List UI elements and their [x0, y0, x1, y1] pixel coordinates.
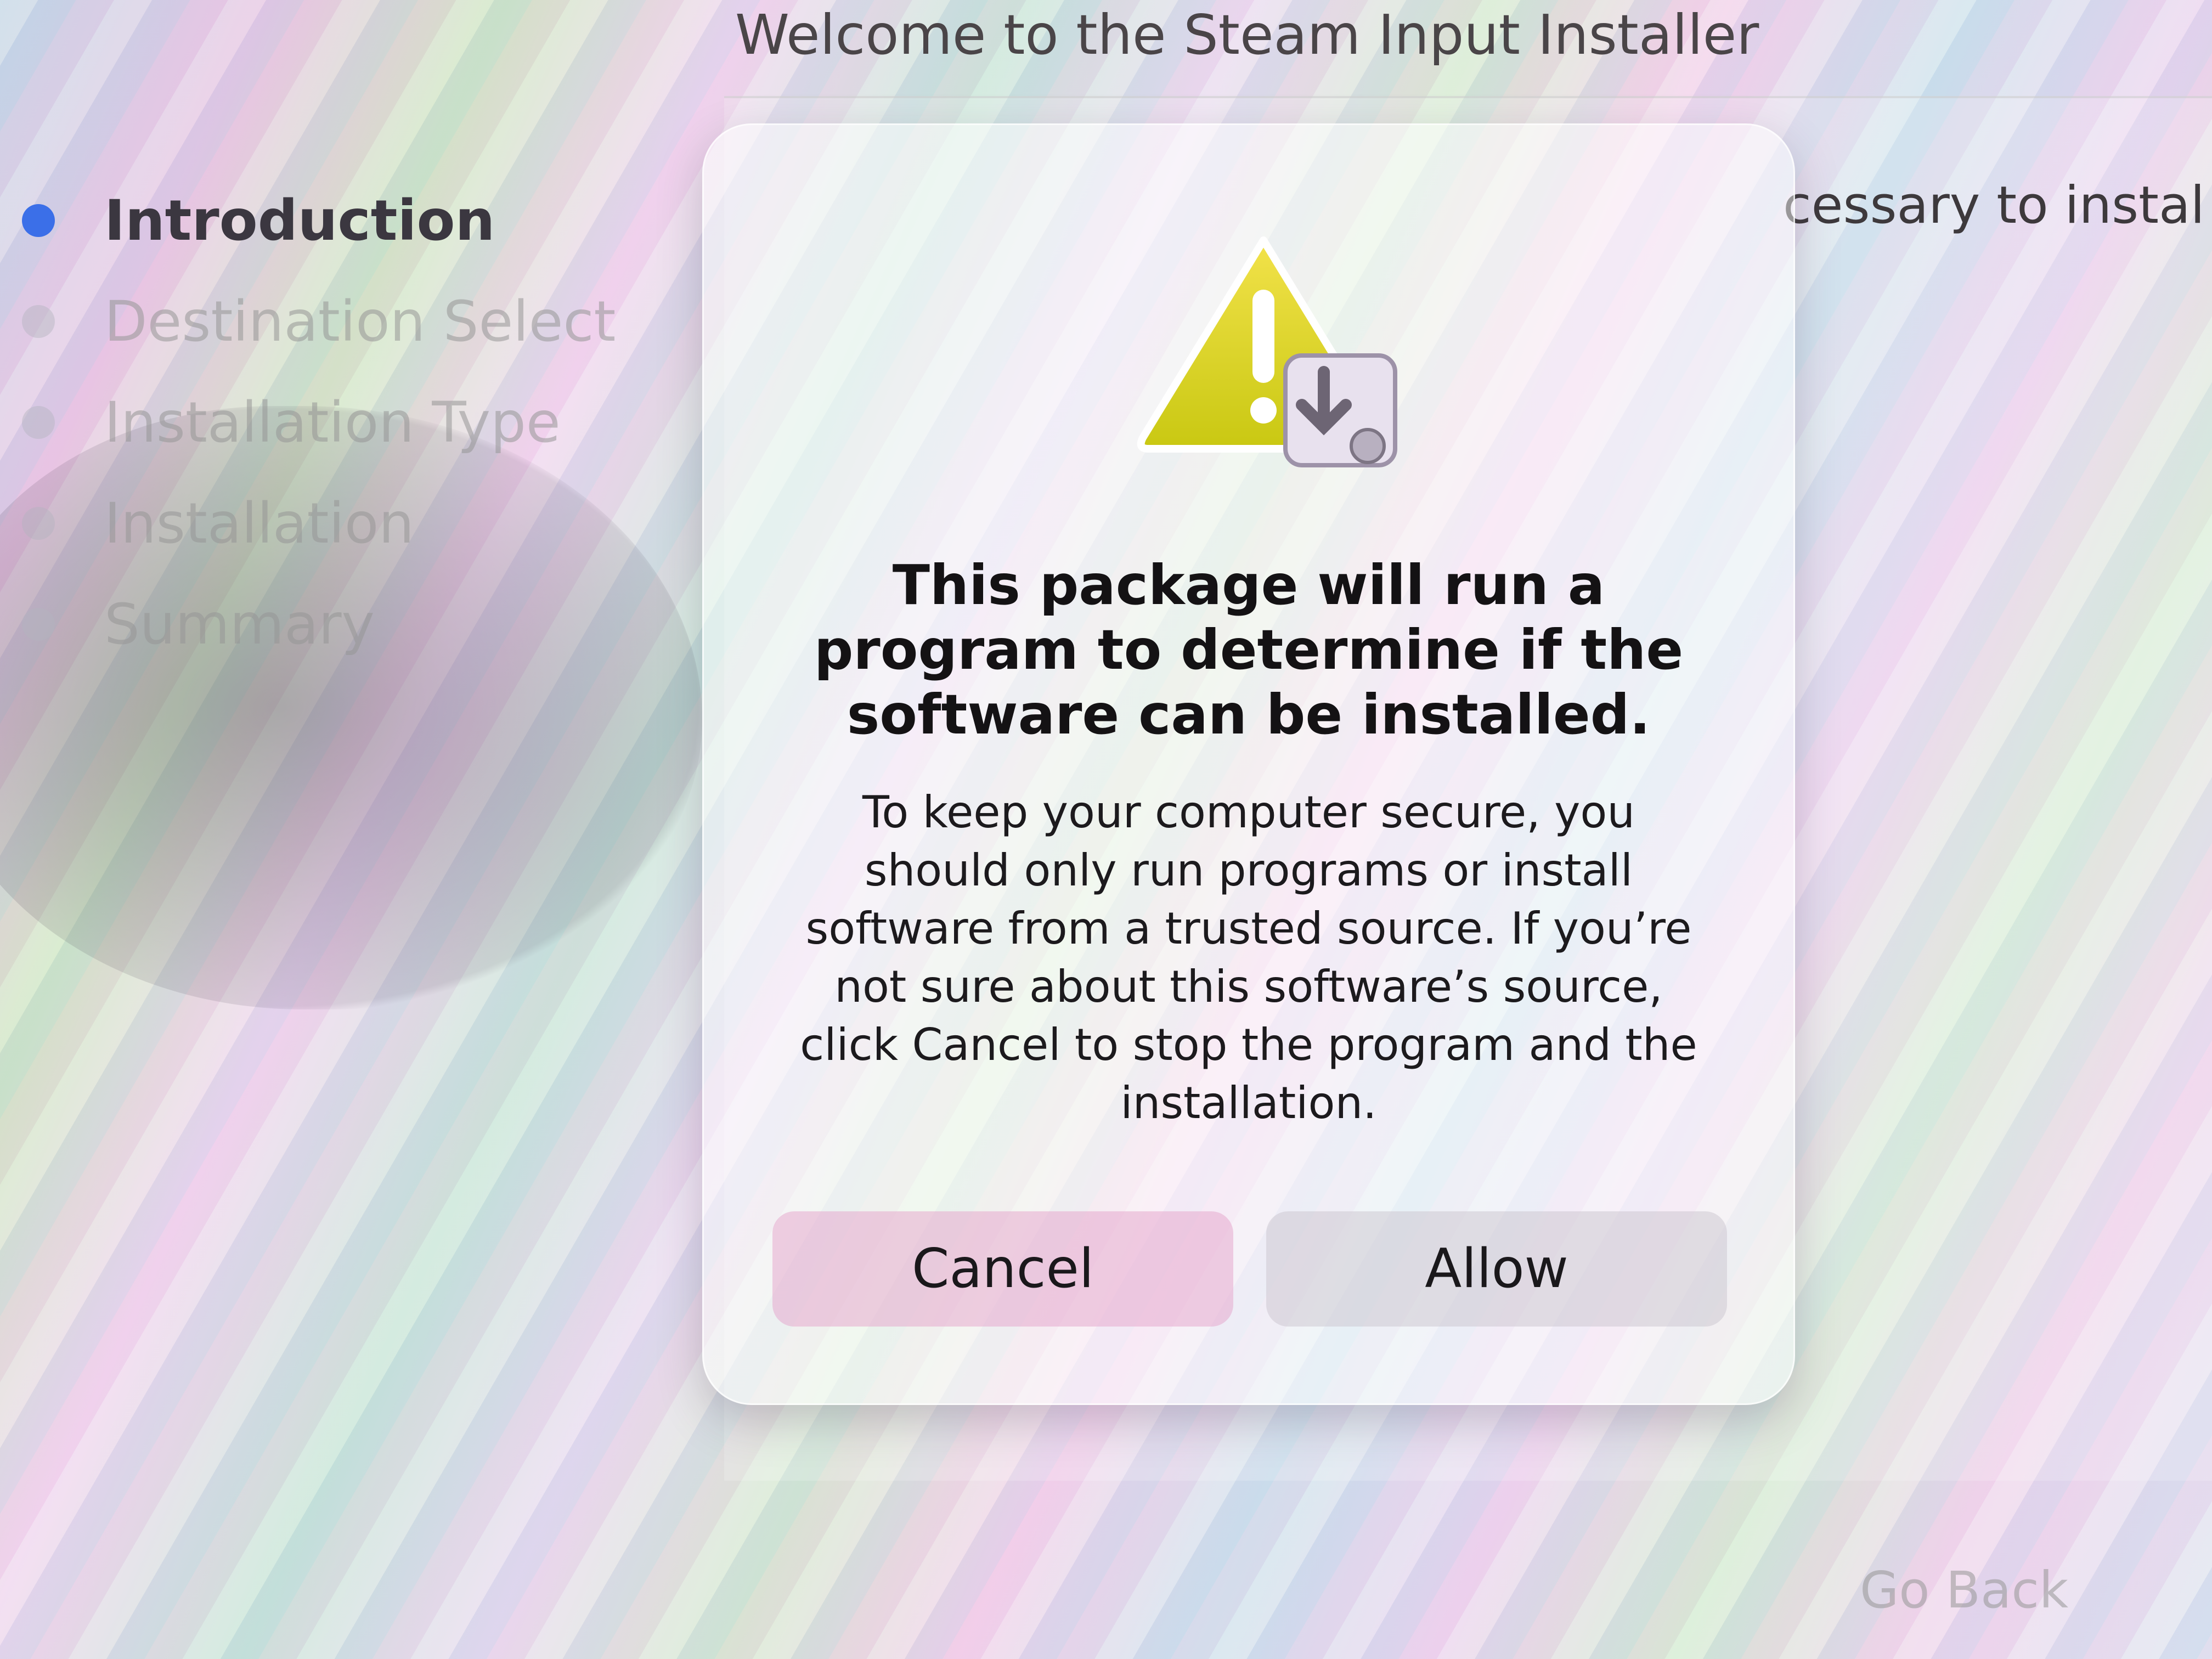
dialog-title: This package will run a program to deter… [814, 553, 1684, 747]
step-indicator-dot [22, 305, 55, 338]
allow-button[interactable]: Allow [1266, 1211, 1727, 1327]
step-installation-type: Installation Type [22, 372, 680, 473]
step-installation: Installation [22, 473, 680, 574]
step-indicator-dot [22, 406, 55, 439]
step-label: Introduction [104, 188, 495, 253]
step-label: Summary [104, 591, 375, 657]
dialog-message: To keep your computer secure, you should… [800, 787, 1697, 1128]
cancel-button[interactable]: Cancel [772, 1211, 1233, 1327]
step-label: Installation Type [104, 390, 561, 455]
step-summary: Summary [22, 574, 680, 675]
warning-installer-icon [1126, 229, 1412, 482]
step-destination-select: Destination Select [22, 271, 680, 372]
step-label: Installation [104, 490, 414, 556]
installer-steps-sidebar: Introduction Destination Select Installa… [22, 170, 680, 675]
step-label: Destination Select [104, 289, 616, 354]
go-back-button[interactable]: Go Back [1860, 1561, 2068, 1620]
step-indicator-dot [22, 507, 55, 540]
content-partial-text: cessary to instal [1783, 176, 2205, 235]
security-alert-dialog: This package will run a program to deter… [702, 123, 1795, 1405]
step-indicator-dot [22, 608, 55, 641]
step-indicator-dot [22, 204, 55, 237]
window-title: Welcome to the Steam Input Installer [735, 3, 1759, 67]
step-introduction: Introduction [22, 170, 680, 271]
